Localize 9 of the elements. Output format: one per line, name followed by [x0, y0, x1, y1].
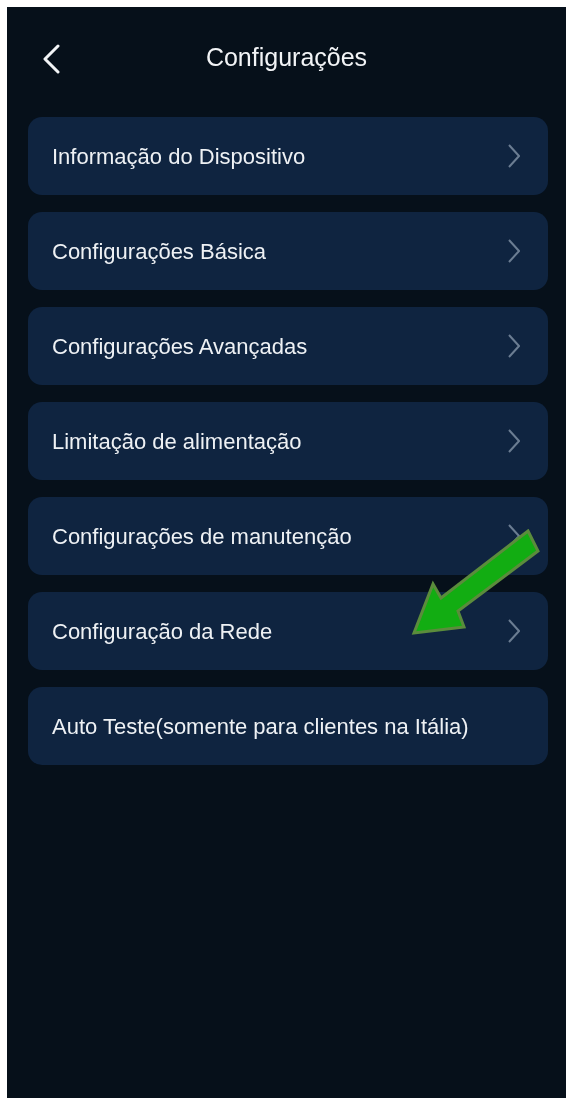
settings-item[interactable]: Limitação de alimentação — [28, 402, 548, 480]
back-icon — [42, 44, 60, 74]
settings-item[interactable]: Configurações Básica — [28, 212, 548, 290]
screen-title: Configurações — [205, 42, 368, 74]
settings-item[interactable]: Configurações Avançadas — [28, 307, 548, 385]
settings-item[interactable]: Configurações de manutenção — [28, 497, 548, 575]
settings-item[interactable]: Auto Teste(somente para clientes na Itália) — [28, 687, 548, 765]
settings-item[interactable]: Configuração da Rede — [28, 592, 548, 670]
settings-item[interactable]: Informação do Dispositivo — [28, 117, 548, 195]
